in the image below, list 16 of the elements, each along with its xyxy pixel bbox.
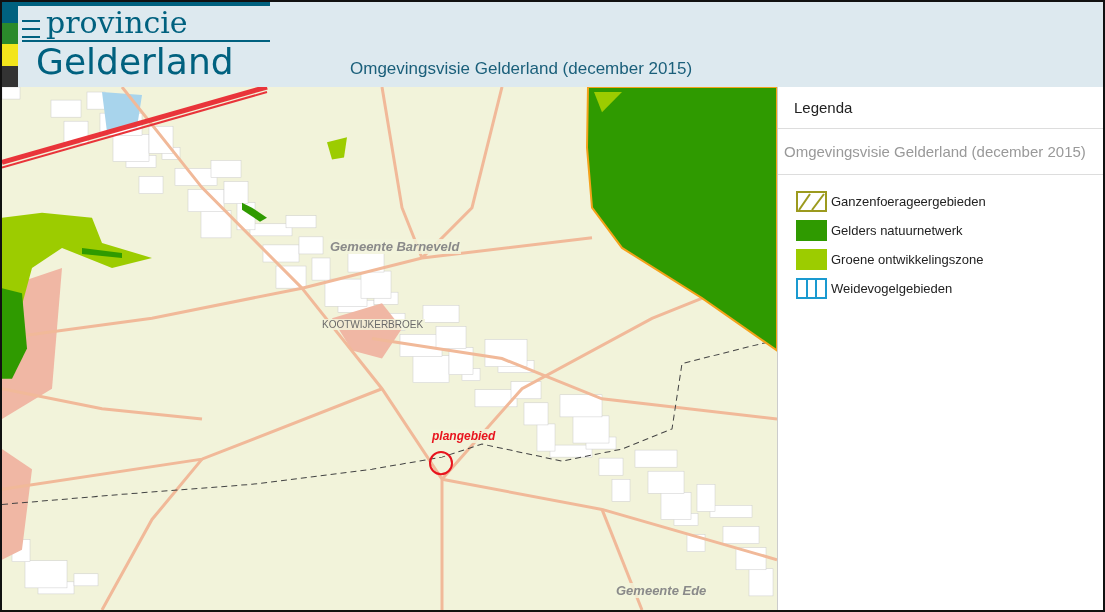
legend-label: Weidevogelgebieden: [831, 281, 953, 296]
map-label: KOOTWIJKERBROEK: [320, 319, 426, 330]
map-label: Gemeente Barneveld: [328, 239, 462, 254]
legend-title: Legenda: [778, 87, 1103, 129]
legend-label: Gelders natuurnetwerk: [831, 223, 963, 238]
map-label: plangebied: [430, 429, 498, 443]
location-circle: [429, 451, 453, 476]
legend-label: Groene ontwikkelingszone: [831, 252, 984, 267]
page-title: Omgevingsvisie Gelderland (december 2015): [350, 59, 693, 79]
menu-icon[interactable]: [22, 18, 42, 40]
logo-text: provincie: [46, 6, 188, 40]
legend-layer-name: Omgevingsvisie Gelderland (december 2015): [778, 129, 1103, 175]
map-label: Gemeente Ede: [614, 583, 709, 598]
map-drawing[interactable]: [2, 87, 777, 610]
legend-label: Ganzenfoerageergebieden: [831, 194, 986, 209]
logo-text: Gelderland: [35, 42, 235, 82]
